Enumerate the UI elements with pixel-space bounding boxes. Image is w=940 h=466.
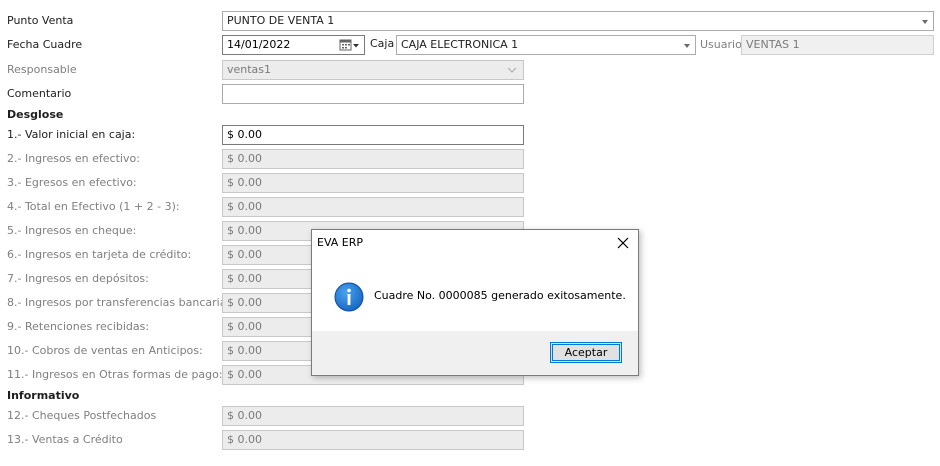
close-icon[interactable] xyxy=(614,234,632,252)
desglose-value-2: $ 0.00 xyxy=(227,152,262,165)
valor-inicial-input[interactable]: $ 0.00 xyxy=(222,125,524,145)
fecha-cuadre-value: 14/01/2022 xyxy=(227,38,291,51)
desglose-value-1: $ 0.00 xyxy=(227,128,262,141)
informativo-header: Informativo xyxy=(7,389,80,402)
fecha-cuadre-input[interactable]: 14/01/2022 xyxy=(222,35,365,55)
info-icon xyxy=(334,282,364,312)
punto-venta-label: Punto Venta xyxy=(7,14,74,27)
accept-button-label: Aceptar xyxy=(564,346,608,359)
desglose-label-8: 8.- Ingresos por transferencias bancaria… xyxy=(7,296,236,309)
desglose-label-10: 10.- Cobros de ventas en Anticipos: xyxy=(7,344,203,357)
desglose-label-3: 3.- Egresos en efectivo: xyxy=(7,176,137,189)
dialog-message: Cuadre No. 0000085 generado exitosamente… xyxy=(374,289,626,302)
desglose-value-8: $ 0.00 xyxy=(227,296,262,309)
calendar-icon[interactable] xyxy=(339,38,361,52)
caja-value: CAJA ELECTRONICA 1 xyxy=(401,38,519,51)
dialog-footer: Aceptar xyxy=(312,331,638,375)
fecha-cuadre-label: Fecha Cuadre xyxy=(7,38,83,51)
informativo-value-12: $ 0.00 xyxy=(227,409,262,422)
informativo-value-13: $ 0.00 xyxy=(227,433,262,446)
desglose-value-7: $ 0.00 xyxy=(227,272,262,285)
desglose-label-11: 11.- Ingresos en Otras formas de pago: xyxy=(7,368,223,381)
desglose-label-7: 7.- Ingresos en depósitos: xyxy=(7,272,149,285)
desglose-label-5: 5.- Ingresos en cheque: xyxy=(7,224,137,237)
caja-select[interactable]: CAJA ELECTRONICA 1 xyxy=(396,35,696,55)
desglose-value-4: $ 0.00 xyxy=(227,200,262,213)
desglose-label-4: 4.- Total en Efectivo (1 + 2 - 3): xyxy=(7,200,180,213)
desglose-field-4: $ 0.00 xyxy=(222,197,524,217)
desglose-value-5: $ 0.00 xyxy=(227,224,262,237)
usuario-value: VENTAS 1 xyxy=(746,38,800,51)
accept-button[interactable]: Aceptar xyxy=(550,342,622,363)
responsable-value: ventas1 xyxy=(227,63,272,76)
desglose-value-9: $ 0.00 xyxy=(227,320,262,333)
responsable-select: ventas1 xyxy=(222,60,524,80)
usuario-label: Usuario xyxy=(700,38,742,51)
punto-venta-select[interactable]: PUNTO DE VENTA 1 xyxy=(222,11,934,31)
chevron-down-icon xyxy=(922,20,928,24)
desglose-value-11: $ 0.00 xyxy=(227,368,262,381)
desglose-label-1: 1.- Valor inicial en caja: xyxy=(7,128,136,141)
desglose-header: Desglose xyxy=(7,108,64,121)
message-dialog: EVA ERP Cuadre No. 0000085 generado exit… xyxy=(311,229,639,376)
comentario-label: Comentario xyxy=(7,87,72,100)
responsable-label: Responsable xyxy=(7,63,77,76)
chevron-down-icon xyxy=(684,44,690,48)
desglose-label-9: 9.- Retenciones recibidas: xyxy=(7,320,150,333)
desglose-field-2: $ 0.00 xyxy=(222,149,524,169)
informativo-label-12: 12.- Cheques Postfechados xyxy=(7,409,157,422)
caja-label: Caja xyxy=(370,37,395,50)
desglose-label-2: 2.- Ingresos en efectivo: xyxy=(7,152,140,165)
desglose-value-6: $ 0.00 xyxy=(227,248,262,261)
dialog-title: EVA ERP xyxy=(317,236,364,249)
comentario-input[interactable] xyxy=(222,84,524,104)
usuario-field: VENTAS 1 xyxy=(741,35,934,55)
informativo-field-12: $ 0.00 xyxy=(222,406,524,426)
desglose-value-10: $ 0.00 xyxy=(227,344,262,357)
desglose-label-6: 6.- Ingresos en tarjeta de crédito: xyxy=(7,248,192,261)
desglose-value-3: $ 0.00 xyxy=(227,176,262,189)
informativo-field-13: $ 0.00 xyxy=(222,430,524,450)
punto-venta-value: PUNTO DE VENTA 1 xyxy=(227,14,335,27)
chevron-down-icon xyxy=(507,61,517,79)
informativo-label-13: 13.- Ventas a Crédito xyxy=(7,433,123,446)
desglose-field-3: $ 0.00 xyxy=(222,173,524,193)
